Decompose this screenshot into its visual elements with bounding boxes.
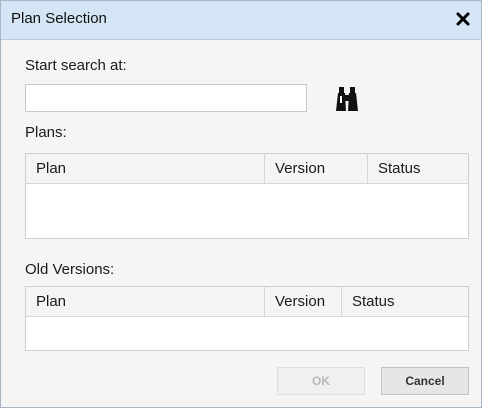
dialog-titlebar: Plan Selection: [1, 1, 481, 40]
old-versions-grid-header: Plan Version Status: [26, 287, 468, 317]
binoculars-icon: [336, 87, 358, 111]
old-versions-col-version[interactable]: Version: [265, 287, 342, 316]
plans-col-version[interactable]: Version: [265, 154, 368, 183]
old-versions-label: Old Versions:: [25, 261, 115, 278]
search-button[interactable]: [329, 81, 365, 117]
plans-label: Plans:: [25, 124, 67, 141]
old-versions-grid[interactable]: Plan Version Status: [25, 286, 469, 351]
search-input[interactable]: [25, 84, 307, 112]
plans-grid-body[interactable]: [26, 184, 468, 238]
cancel-button[interactable]: Cancel: [381, 367, 469, 395]
old-versions-col-status[interactable]: Status: [342, 287, 468, 316]
plans-col-status[interactable]: Status: [368, 154, 468, 183]
old-versions-grid-body[interactable]: [26, 317, 468, 350]
plans-grid-header: Plan Version Status: [26, 154, 468, 184]
dialog-title: Plan Selection: [11, 10, 107, 27]
plans-grid[interactable]: Plan Version Status: [25, 153, 469, 239]
search-label: Start search at:: [25, 57, 127, 74]
old-versions-col-plan[interactable]: Plan: [26, 287, 265, 316]
plan-selection-dialog: Plan Selection Start search at: Plans: P…: [0, 0, 482, 408]
plans-col-plan[interactable]: Plan: [26, 154, 265, 183]
ok-button[interactable]: OK: [277, 367, 365, 395]
close-icon: [456, 12, 470, 26]
close-button[interactable]: [451, 7, 475, 31]
